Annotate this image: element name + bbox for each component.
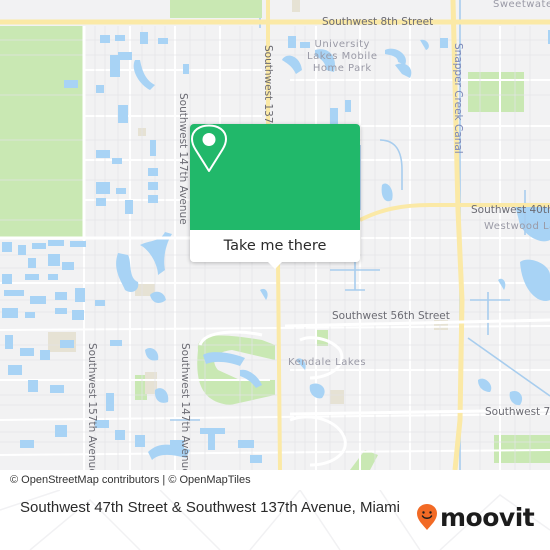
footer: Southwest 47th Street & Southwest 137th … [0, 490, 550, 550]
park-south [350, 450, 378, 470]
label-sw-72: Southwest 72 [485, 406, 550, 418]
map-pin-icon [191, 124, 227, 172]
label-sw-157th-avenue: Southwest 157th Avenue [86, 343, 98, 470]
take-me-there-button[interactable]: Take me there [190, 230, 360, 262]
label-sw-40th: Southwest 40th [471, 204, 550, 216]
road-sw-137th-ave-south [276, 261, 282, 470]
moovit-pin-icon [417, 504, 437, 530]
park-northeast [468, 72, 524, 112]
popup-pointer [268, 262, 282, 269]
map-widget: Southwest 8th Street Sweetwate Universit… [0, 0, 550, 550]
golf-course [197, 335, 275, 405]
map-attribution[interactable]: © OpenStreetMap contributors | © OpenMap… [0, 470, 257, 490]
park-southeast [494, 435, 550, 463]
destination-popup[interactable]: Take me there [190, 124, 360, 269]
address-text: Southwest 47th Street & Southwest 137th … [20, 499, 400, 516]
landuse-area [292, 0, 300, 12]
moovit-logo[interactable]: moovit [416, 502, 535, 532]
label-snapper-creek-canal: Snapper Creek Canal [452, 43, 464, 154]
label-westwood-lakes: Westwood La [484, 221, 550, 232]
map-canvas[interactable]: Southwest 8th Street Sweetwate Universit… [0, 0, 550, 470]
label-sw-8th-street: Southwest 8th Street [322, 16, 434, 28]
label-sw-56th-street: Southwest 56th Street [332, 310, 450, 322]
popup-header[interactable] [190, 124, 360, 230]
moovit-wordmark: moovit [440, 502, 535, 532]
label-sw-147th-avenue-south: Southwest 147th Avenue [179, 343, 191, 470]
park-west [0, 26, 84, 238]
label-kendale-lakes: Kendale Lakes [288, 357, 367, 368]
landuse-area [330, 390, 344, 404]
label-sweetwater: Sweetwate [493, 0, 550, 10]
park-north [170, 0, 262, 18]
label-sw-147th-avenue-north: Southwest 147th Avenue [177, 93, 189, 225]
label-university-lakes: University Lakes Mobile Home Park [307, 39, 378, 74]
